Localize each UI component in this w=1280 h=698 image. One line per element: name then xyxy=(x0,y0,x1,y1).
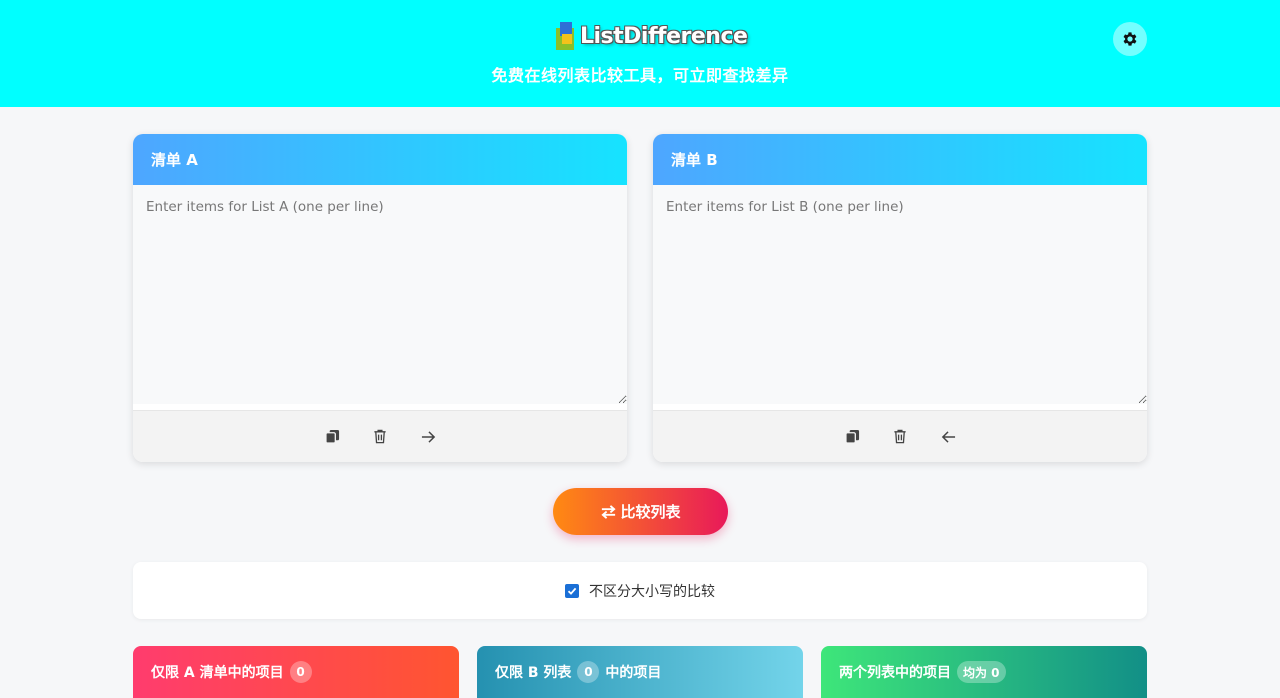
list-a-panel: 清单 A xyxy=(133,134,627,462)
options-bar: 不区分大小写的比较 xyxy=(133,562,1147,619)
tagline: 免费在线列表比较工具，可立即查找差异 xyxy=(491,66,789,85)
list-b-copy-button[interactable] xyxy=(840,425,864,449)
list-b-panel: 清单 B xyxy=(653,134,1147,462)
result-both-count: 均为 0 xyxy=(957,661,1006,683)
gear-icon xyxy=(1123,32,1137,46)
logo[interactable]: ListDifference xyxy=(556,20,748,52)
logo-text: ListDifference xyxy=(580,23,748,49)
compare-button[interactable]: 比较列表 xyxy=(553,488,728,535)
case-insensitive-checkbox[interactable] xyxy=(565,583,579,598)
result-only-a-count: 0 xyxy=(289,661,312,683)
list-a-toolbar xyxy=(133,410,627,462)
checkmark-icon xyxy=(567,587,577,595)
list-b-clear-button[interactable] xyxy=(888,425,912,449)
result-only-a-label: 仅限 A 清单中的项目 xyxy=(151,665,284,681)
trash-icon xyxy=(374,429,386,444)
result-only-b-header: 仅限 B 列表 0 中的项目 xyxy=(477,646,803,698)
list-a-copy-button[interactable] xyxy=(320,425,344,449)
result-only-b-count: 0 xyxy=(577,661,600,683)
result-only-b-label-after: 中的项目 xyxy=(605,665,662,681)
trash-icon xyxy=(894,429,906,444)
swap-icon xyxy=(601,504,617,519)
list-b-input[interactable] xyxy=(653,185,1147,404)
arrow-left-icon xyxy=(941,430,955,443)
copy-icon xyxy=(844,429,859,444)
logo-icon xyxy=(556,22,578,50)
header: ListDifference 免费在线列表比较工具，可立即查找差异 xyxy=(0,0,1280,107)
list-b-title: 清单 B xyxy=(653,134,1147,185)
list-a-clear-button[interactable] xyxy=(368,425,392,449)
result-only-b-label-before: 仅限 B 列表 xyxy=(495,665,572,681)
theme-toggle-button[interactable] xyxy=(1113,22,1147,56)
result-both-label: 两个列表中的项目 xyxy=(839,665,951,681)
list-b-toolbar xyxy=(653,410,1147,462)
copy-icon xyxy=(324,429,339,444)
case-insensitive-label[interactable]: 不区分大小写的比较 xyxy=(589,581,715,601)
compare-button-label: 比较列表 xyxy=(620,503,681,521)
result-only-a-header: 仅限 A 清单中的项目 0 xyxy=(133,646,459,698)
list-b-move-left-button[interactable] xyxy=(936,425,960,449)
result-both-header: 两个列表中的项目 均为 0 xyxy=(821,646,1147,698)
list-a-move-right-button[interactable] xyxy=(416,425,440,449)
list-a-input[interactable] xyxy=(133,185,627,404)
arrow-right-icon xyxy=(421,430,435,443)
list-a-title: 清单 A xyxy=(133,134,627,185)
